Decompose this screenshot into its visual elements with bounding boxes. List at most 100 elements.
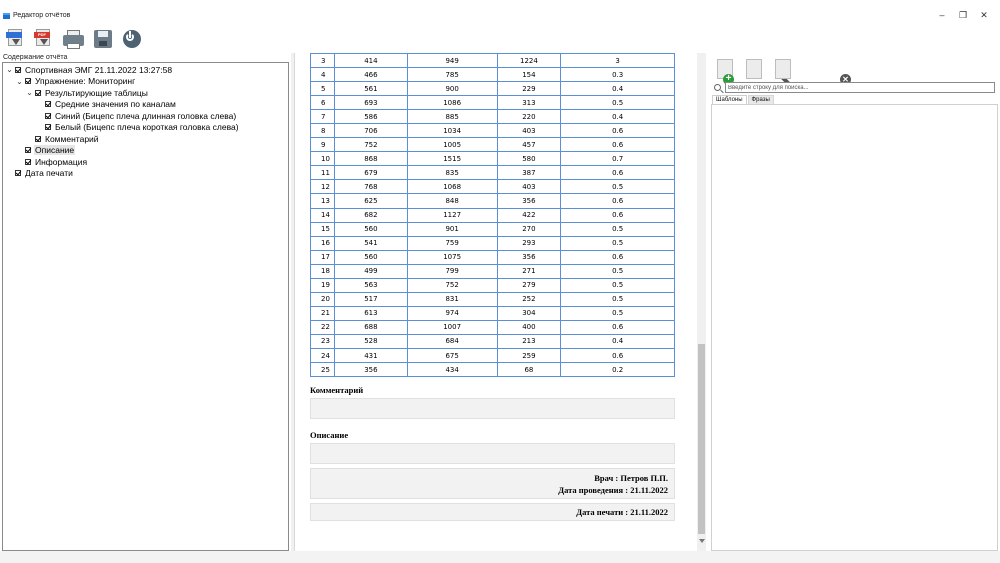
preview-vertical-scrollbar[interactable] bbox=[697, 53, 706, 551]
table-cell: 1224 bbox=[496, 52, 562, 69]
table-cell: 541 bbox=[333, 235, 408, 251]
template-search-input[interactable] bbox=[725, 82, 995, 93]
tree-item[interactable]: Дата печати bbox=[6, 168, 74, 179]
print-button[interactable] bbox=[62, 28, 84, 50]
table-cell: 900 bbox=[406, 81, 498, 97]
scroll-down-arrow-icon[interactable] bbox=[699, 539, 705, 543]
table-row: 20 517 831 252 0.5 bbox=[310, 291, 675, 307]
table-row: 24 431 675 259 0.6 bbox=[310, 347, 675, 364]
table-row: 10 868 1515 580 0.7 bbox=[310, 151, 675, 167]
edit-template-button[interactable] bbox=[746, 59, 792, 87]
scrollbar-thumb[interactable] bbox=[698, 344, 705, 534]
templates-toolbar: + ✕ bbox=[709, 53, 1000, 87]
tree-item-checkbox[interactable] bbox=[45, 124, 51, 130]
tree-item-checkbox[interactable] bbox=[45, 101, 51, 107]
table-cell: 901 bbox=[406, 221, 498, 237]
tree-item-checkbox[interactable] bbox=[25, 158, 31, 165]
table-cell: 229 bbox=[496, 81, 562, 97]
table-row: 11 679 835 387 0.6 bbox=[310, 165, 675, 181]
tree-item-label: Белый (Бицепс плеча короткая головка сле… bbox=[55, 122, 239, 132]
tree-item-checkbox[interactable] bbox=[25, 78, 31, 84]
tree-item[interactable]: Синий (Бицепс плеча длинная головка слев… bbox=[36, 110, 237, 121]
table-cell: 22 bbox=[310, 319, 335, 335]
table-row: 16 541 759 293 0.5 bbox=[310, 235, 675, 251]
table-cell: 0.5 bbox=[560, 305, 675, 321]
report-contents-header: Содержание отчёта bbox=[3, 54, 68, 61]
table-row: 3 414 949 1224 3 bbox=[310, 52, 675, 69]
templates-list bbox=[711, 104, 998, 551]
table-cell: 252 bbox=[496, 291, 562, 307]
table-cell: 679 bbox=[333, 165, 408, 181]
table-row: 5 561 900 229 0.4 bbox=[310, 81, 675, 97]
description-box[interactable] bbox=[310, 443, 675, 464]
print-date-box: Дата печати : 21.11.2022 bbox=[310, 503, 675, 521]
tree-item-checkbox[interactable] bbox=[15, 66, 21, 73]
tree-item[interactable]: Средние значения по каналам bbox=[36, 99, 177, 110]
table-cell: 356 bbox=[496, 249, 562, 265]
table-cell: 560 bbox=[333, 221, 408, 237]
tree-item[interactable]: Комментарий bbox=[26, 133, 100, 144]
table-row: 4 466 785 154 0.3 bbox=[310, 67, 675, 83]
minimize-button[interactable]: – bbox=[936, 10, 948, 20]
tree-item[interactable]: ⌄ Упражнение: Мониторинг bbox=[16, 76, 136, 87]
table-cell: 949 bbox=[406, 52, 498, 69]
chevron-down-icon[interactable]: ⌄ bbox=[26, 88, 33, 97]
table-cell: 0.6 bbox=[560, 347, 675, 364]
table-cell: 313 bbox=[496, 95, 562, 111]
add-template-button[interactable]: + bbox=[717, 59, 734, 85]
tree-item-label: Описание bbox=[34, 145, 76, 155]
table-cell: 213 bbox=[496, 333, 562, 349]
table-cell: 68 bbox=[496, 362, 562, 378]
tree-item[interactable]: Белый (Бицепс плеча короткая головка сле… bbox=[36, 122, 240, 133]
printer-paper bbox=[67, 43, 80, 49]
restore-button[interactable]: ❐ bbox=[957, 10, 969, 20]
date-conducted-text: Дата проведения : 21.11.2022 bbox=[558, 485, 668, 495]
table-cell: 1075 bbox=[406, 249, 498, 265]
tree-item-checkbox[interactable] bbox=[45, 112, 51, 119]
tree-item-checkbox[interactable] bbox=[35, 135, 41, 142]
table-cell: 21 bbox=[310, 305, 335, 321]
exit-button[interactable] bbox=[121, 28, 143, 50]
table-cell: 1007 bbox=[406, 319, 498, 335]
tree-item[interactable]: Информация bbox=[16, 156, 88, 167]
tree-item-checkbox[interactable] bbox=[35, 89, 41, 96]
table-cell: 752 bbox=[333, 137, 408, 153]
table-cell: 422 bbox=[496, 207, 562, 223]
info-box: Врач : Петров П.П. Дата проведения : 21.… bbox=[310, 468, 675, 499]
chevron-down-icon[interactable]: ⌄ bbox=[6, 65, 13, 74]
table-cell: 17 bbox=[310, 249, 335, 265]
table-cell: 16 bbox=[310, 235, 335, 251]
table-cell: 0.5 bbox=[560, 95, 675, 111]
close-button[interactable]: ✕ bbox=[978, 10, 990, 20]
table-cell: 12 bbox=[310, 179, 335, 195]
table-cell: 0.5 bbox=[560, 179, 675, 195]
table-cell: 400 bbox=[496, 319, 562, 335]
tab-phrases[interactable]: Фразы bbox=[747, 95, 774, 104]
tree-item-checkbox[interactable] bbox=[25, 147, 31, 153]
table-cell: 499 bbox=[333, 263, 408, 279]
export-pdf-button[interactable]: PDF bbox=[33, 28, 55, 50]
table-cell: 0.5 bbox=[560, 263, 675, 279]
table-cell: 20 bbox=[310, 291, 335, 307]
print-date-text: Дата печати : 21.11.2022 bbox=[576, 507, 668, 517]
table-cell: 457 bbox=[496, 137, 562, 153]
tab-templates[interactable]: Шаблоны bbox=[712, 95, 747, 104]
tree-item[interactable]: Описание bbox=[16, 145, 76, 156]
table-cell: 434 bbox=[406, 362, 498, 378]
tree-item[interactable]: ⌄ Результирующие таблицы bbox=[26, 87, 149, 98]
tree-item-label: Средние значения по каналам bbox=[55, 99, 176, 109]
table-cell: 0.4 bbox=[560, 109, 675, 125]
templates-tabs: Шаблоны Фразы bbox=[712, 95, 774, 104]
chevron-down-icon[interactable]: ⌄ bbox=[16, 77, 23, 86]
table-cell: 0.6 bbox=[560, 319, 675, 335]
table-cell: 0.5 bbox=[560, 291, 675, 307]
table-cell: 1515 bbox=[406, 151, 498, 167]
tree-item-label: Результирующие таблицы bbox=[45, 87, 148, 98]
export-blue-button[interactable] bbox=[5, 28, 27, 50]
table-cell: 0.5 bbox=[560, 221, 675, 237]
comment-box[interactable] bbox=[310, 398, 675, 419]
tree-item-checkbox[interactable] bbox=[15, 170, 21, 176]
delete-template-button[interactable]: ✕ bbox=[775, 59, 851, 85]
tree-item[interactable]: ⌄ Спортивная ЭМГ 21.11.2022 13:27:58 bbox=[6, 64, 173, 75]
save-button[interactable] bbox=[92, 28, 114, 50]
